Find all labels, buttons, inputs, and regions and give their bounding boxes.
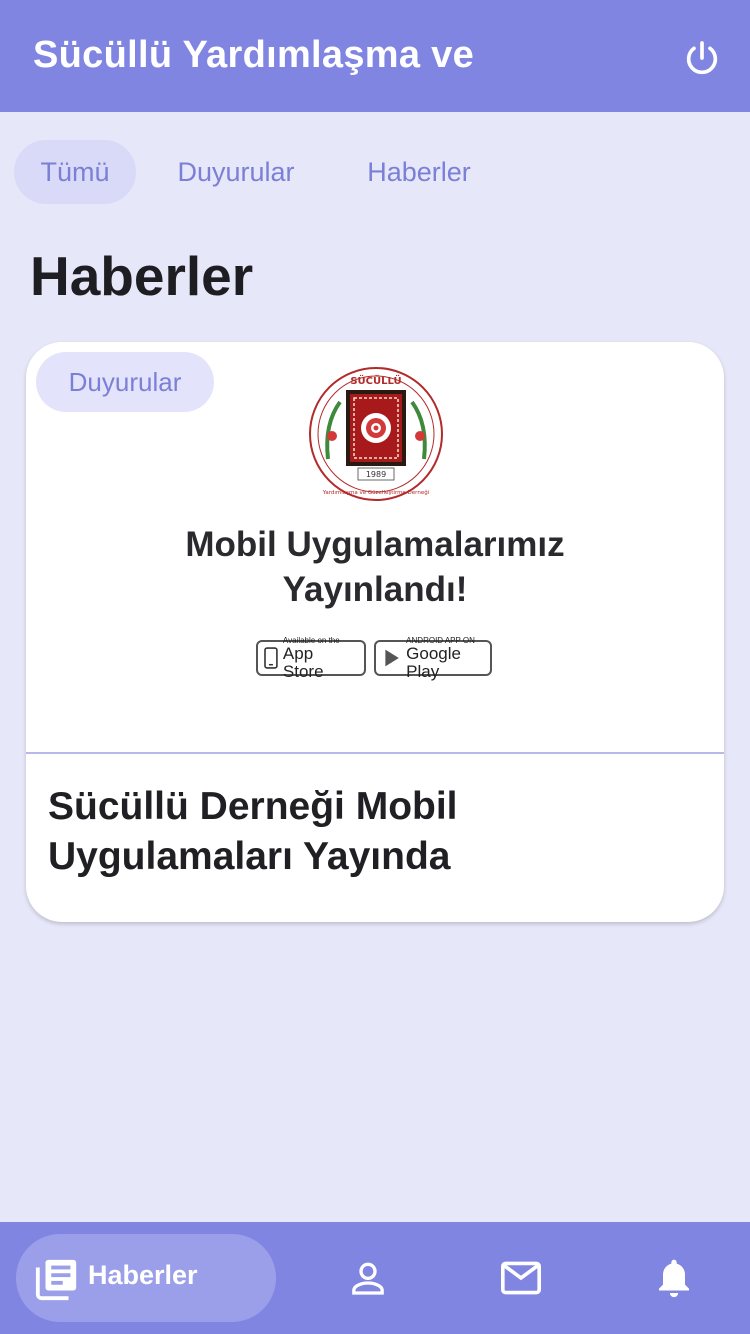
- app-store-badge: Available on the App Store: [256, 636, 366, 680]
- google-play-big-text: Google Play: [406, 643, 461, 681]
- promo-heading: Mobil Uygulamalarımız Yayınlandı!: [126, 522, 624, 612]
- app-store-big-text: App Store: [282, 643, 324, 681]
- bottom-navigation: Haberler: [0, 1222, 750, 1334]
- person-icon: [352, 1262, 384, 1295]
- promo-heading-line1: Mobil Uygulamalarımız: [185, 525, 565, 564]
- app-title: Sücüllü Yardımlaşma ve: [33, 34, 475, 76]
- page-title: Haberler: [30, 245, 254, 307]
- nav-item-profile[interactable]: [348, 1258, 388, 1303]
- logo-top-text: SÜCÜLLÜ: [350, 373, 401, 387]
- newspaper-icon: [35, 1259, 77, 1301]
- nav-item-notifications[interactable]: [654, 1256, 694, 1305]
- news-card[interactable]: Duyurular SÜCÜLLÜ 1989 Yardımlaşma ve Gü…: [26, 342, 724, 922]
- app-bar: Sücüllü Yardımlaşma ve: [0, 0, 750, 112]
- play-icon: [385, 649, 399, 667]
- tab-duyurular[interactable]: Duyurular: [154, 140, 318, 204]
- logo-year: 1989: [366, 470, 386, 479]
- power-icon[interactable]: [680, 36, 724, 80]
- nav-label-haberler: Haberler: [88, 1260, 198, 1290]
- logo-ring-text: Yardımlaşma ve Güzelleştirme Derneği: [322, 489, 430, 496]
- google-play-badge: ANDROID APP ON Google Play: [374, 636, 492, 680]
- news-card-title: Sücüllü Derneği Mobil Uygulamaları Yayın…: [48, 785, 458, 878]
- news-card-image: Duyurular SÜCÜLLÜ 1989 Yardımlaşma ve Gü…: [26, 342, 724, 754]
- promo-heading-line2: Yayınlandı!: [282, 570, 468, 609]
- bell-icon: [659, 1259, 689, 1298]
- category-chip: Duyurular: [36, 352, 214, 412]
- association-logo: SÜCÜLLÜ 1989 Yardımlaşma ve Güzelleştirm…: [309, 367, 443, 501]
- tab-haberler[interactable]: Haberler: [344, 140, 494, 204]
- nav-item-haberler[interactable]: Haberler: [16, 1234, 276, 1322]
- phone-icon: [264, 647, 278, 669]
- mail-icon: [501, 1261, 541, 1295]
- tab-tumu[interactable]: Tümü: [14, 140, 136, 204]
- nav-item-messages[interactable]: [499, 1258, 543, 1303]
